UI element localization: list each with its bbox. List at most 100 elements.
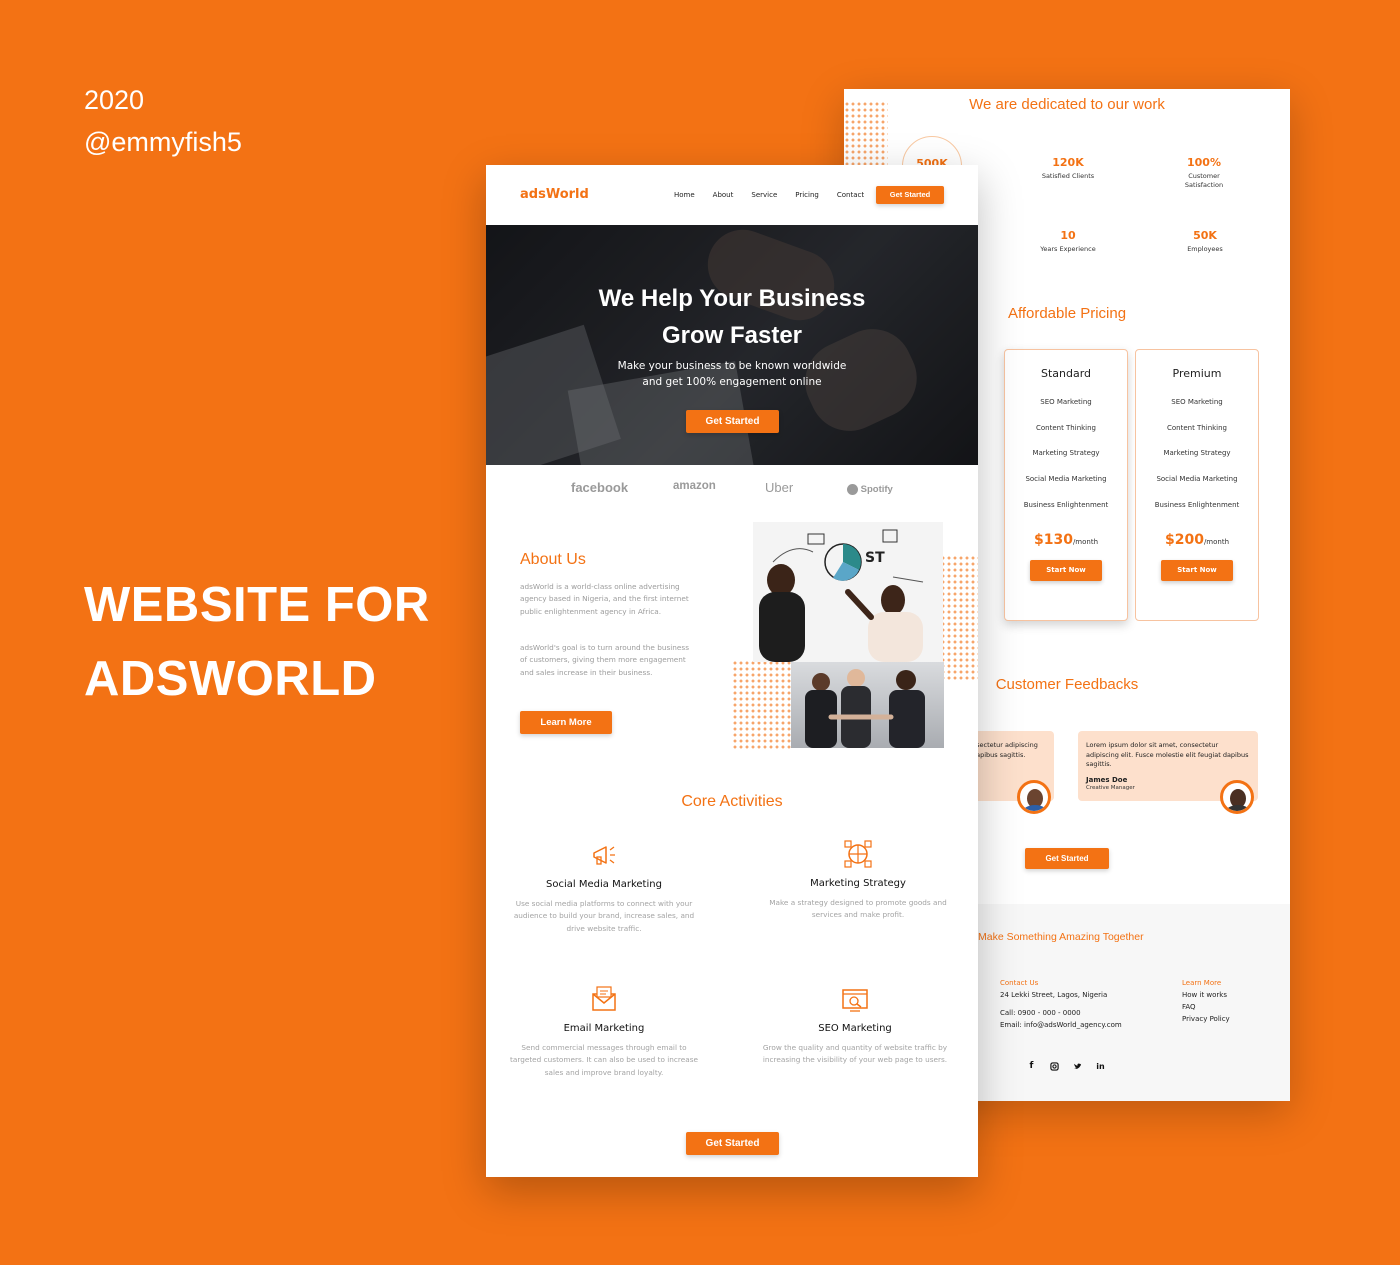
feedback-text: Lorem ipsum dolor sit amet, consectetur … <box>1086 741 1249 768</box>
hero-subtitle-line1: Make your business to be known worldwide <box>617 360 847 372</box>
megaphone-icon <box>589 840 619 870</box>
top-nav: adsWorld Home About Service Pricing Cont… <box>486 165 978 225</box>
amazon-logo: amazon <box>673 480 716 492</box>
feedback-get-started-button[interactable]: Get Started <box>1025 848 1109 869</box>
plan-price-period: /month <box>1203 538 1230 547</box>
hero-title: We Help Your Business Grow Faster <box>486 280 978 354</box>
stat-label: Customer Satisfaction <box>1184 172 1224 189</box>
nav-home[interactable]: Home <box>674 191 695 199</box>
footer-link-faq[interactable]: FAQ <box>1182 1001 1230 1013</box>
core-get-started-button[interactable]: Get Started <box>686 1132 779 1155</box>
nav-about[interactable]: About <box>713 191 734 199</box>
strategy-icon <box>843 839 873 869</box>
about-paragraph-1: adsWorld is a world-class online adverti… <box>520 582 689 616</box>
logo[interactable]: adsWorld <box>520 187 589 202</box>
nav-get-started-button[interactable]: Get Started <box>876 186 944 204</box>
stat-employees: 50K Employees <box>1150 229 1260 254</box>
stat-value: 10 <box>1060 229 1076 242</box>
activity-marketing-strategy: Marketing Strategy Make a strategy desig… <box>763 839 953 922</box>
plan-feature: Business Enlightenment <box>1023 500 1109 509</box>
plan-price-amount: $130 <box>1033 532 1073 549</box>
activity-name: Social Media Marketing <box>546 879 662 890</box>
about-title: About Us <box>520 551 586 568</box>
plan-price: $200/month <box>1136 532 1258 548</box>
front-page-mockup: adsWorld Home About Service Pricing Cont… <box>486 165 978 1177</box>
spotify-icon <box>847 484 858 495</box>
start-now-button[interactable]: Start Now <box>1030 560 1102 582</box>
pricing-card-premium: Premium SEO Marketing Content Thinking M… <box>1135 349 1259 621</box>
stat-years-experience: 10 Years Experience <box>1013 229 1123 254</box>
nav-contact[interactable]: Contact <box>837 191 864 199</box>
twitter-icon[interactable] <box>1073 1062 1082 1071</box>
plan-name: Premium <box>1172 367 1222 380</box>
stat-value: 50K <box>1193 229 1217 242</box>
plan-feature: Content Thinking <box>1166 423 1228 432</box>
footer-link-how-it-works[interactable]: How it works <box>1182 989 1230 1001</box>
activity-name: Marketing Strategy <box>810 878 906 889</box>
plan-feature: Marketing Strategy <box>1163 449 1231 458</box>
uber-logo: Uber <box>765 480 794 495</box>
nav-service[interactable]: Service <box>751 191 777 199</box>
stat-value: 100% <box>1187 156 1221 169</box>
footer-link-privacy[interactable]: Privacy Policy <box>1182 1013 1230 1025</box>
stat-label: Employees <box>1187 245 1223 253</box>
plan-feature: Social Media Marketing <box>1025 475 1107 484</box>
activity-desc: Use social media platforms to connect wi… <box>513 899 695 933</box>
activity-seo-marketing: SEO Marketing Grow the quality and quant… <box>760 984 950 1067</box>
instagram-icon[interactable] <box>1050 1062 1059 1071</box>
avatar <box>1017 780 1051 814</box>
activity-email-marketing: Email Marketing Send commercial messages… <box>509 984 699 1079</box>
plan-feature: Marketing Strategy <box>1032 449 1100 458</box>
linkedin-icon[interactable]: in <box>1096 1062 1105 1071</box>
hero: We Help Your Business Grow Faster Make y… <box>486 225 978 465</box>
intro-handle: @emmyfish5 <box>84 127 242 157</box>
plan-feature: Business Enlightenment <box>1154 500 1240 509</box>
dot-pattern <box>732 660 792 750</box>
activity-desc: Send commercial messages through email t… <box>510 1043 698 1077</box>
intro-title: WEBSITE FOR ADSWORLD <box>84 568 430 716</box>
stat-customer-satisfaction: 100% Customer Satisfaction <box>1149 156 1259 190</box>
activity-desc: Grow the quality and quantity of website… <box>762 1043 948 1065</box>
start-now-button[interactable]: Start Now <box>1161 560 1233 582</box>
spotify-logo: Spotify <box>847 484 893 495</box>
seo-icon <box>840 984 870 1014</box>
footer-tagline: Make Something Amazing Together <box>978 931 1144 943</box>
avatar-body <box>1022 805 1048 811</box>
core-activities-title: Core Activities <box>681 793 783 810</box>
stat-value: 120K <box>1052 156 1084 169</box>
activity-social-media: Social Media Marketing Use social media … <box>509 840 699 935</box>
footer-learn-heading[interactable]: Learn More <box>1182 977 1230 989</box>
activity-desc: Make a strategy designed to promote good… <box>769 898 947 920</box>
hero-subtitle-line2: and get 100% engagement online <box>642 375 822 388</box>
avatar-body <box>1225 805 1251 811</box>
facebook-icon[interactable]: f <box>1027 1062 1036 1071</box>
nav-links: Home About Service Pricing Contact <box>674 191 882 199</box>
plan-name: Standard <box>1040 367 1092 380</box>
hero-title-line1: We Help Your Business <box>598 285 866 312</box>
plan-price: $130/month <box>1005 532 1127 548</box>
intro-title-line1: WEBSITE FOR <box>84 578 430 632</box>
nav-pricing[interactable]: Pricing <box>795 191 819 199</box>
plan-price-amount: $200 <box>1164 532 1204 549</box>
footer-contact-heading: Contact Us <box>1000 979 1039 987</box>
hero-title-line2: Grow Faster <box>661 322 803 349</box>
learn-more-button[interactable]: Learn More <box>520 711 612 734</box>
stat-label: Years Experience <box>1040 245 1096 253</box>
pricing-card-standard: Standard SEO Marketing Content Thinking … <box>1004 349 1128 621</box>
plan-feature: SEO Marketing <box>1171 398 1223 406</box>
svg-text:ST: ST <box>865 550 885 566</box>
facebook-logo: facebook <box>571 480 629 495</box>
hero-get-started-button[interactable]: Get Started <box>686 410 779 433</box>
intro-title-line2: ADSWORLD <box>84 652 377 706</box>
plan-price-period: /month <box>1072 538 1099 547</box>
plan-feature: SEO Marketing <box>1040 398 1092 406</box>
footer-contact: Contact Us 24 Lekki Street, Lagos, Niger… <box>1000 977 1122 1031</box>
activity-name: SEO Marketing <box>818 1023 892 1034</box>
spotify-label: Spotify <box>860 484 893 496</box>
footer-socials: f in <box>1027 1062 1105 1072</box>
plan-feature: Content Thinking <box>1035 423 1097 432</box>
footer-email: Email: info@adsWorld_agency.com <box>1000 1021 1122 1029</box>
footer-address: 24 Lekki Street, Lagos, Nigeria <box>1000 991 1108 999</box>
footer-learn-more: Learn More How it works FAQ Privacy Poli… <box>1182 977 1230 1025</box>
plan-features: SEO Marketing Content Thinking Marketing… <box>1005 398 1127 526</box>
